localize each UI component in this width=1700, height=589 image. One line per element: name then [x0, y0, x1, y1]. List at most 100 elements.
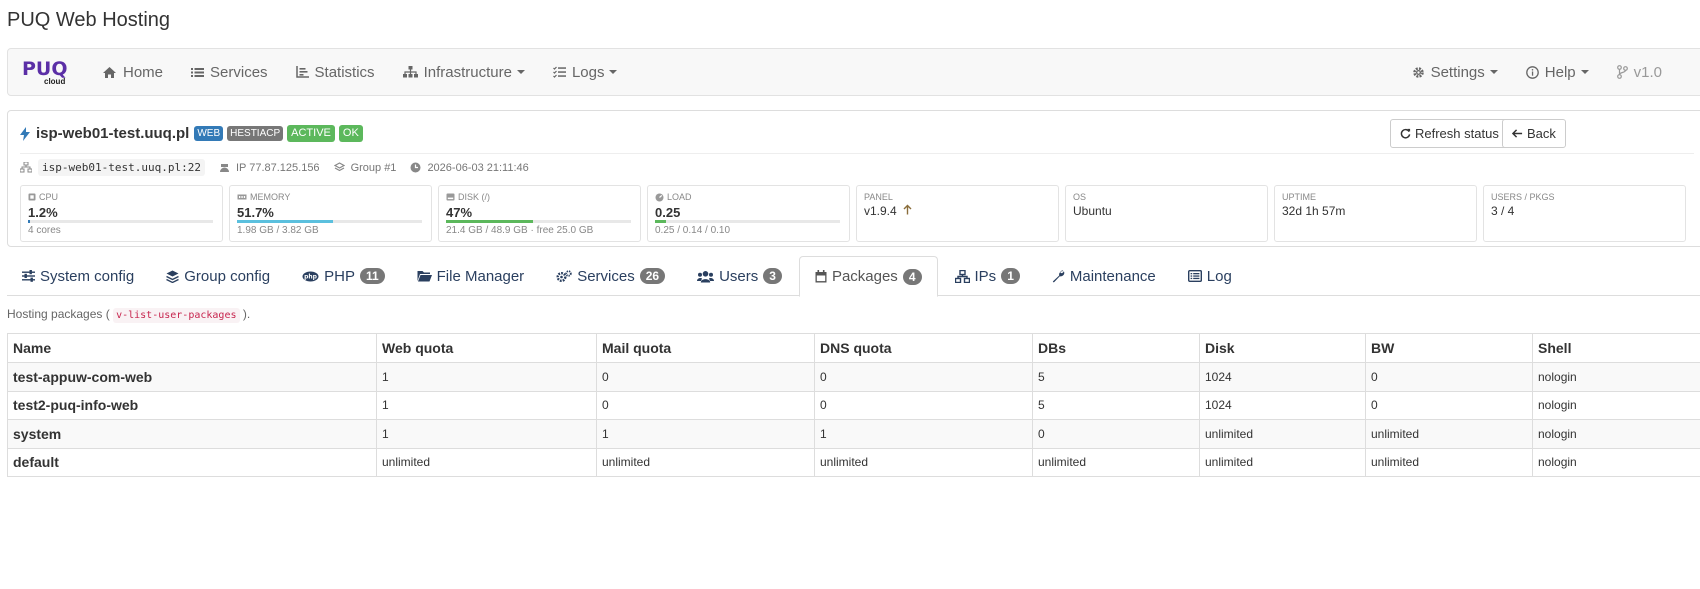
table-cell: nologin: [1532, 362, 1700, 392]
nav-left: Home Services Statistics Infrastructure Logs: [88, 49, 631, 95]
table-cell: unlimited: [1199, 447, 1366, 477]
nav-settings[interactable]: Settings: [1398, 49, 1512, 95]
tab-file-manager[interactable]: File Manager: [402, 256, 540, 296]
nav-label: v1.0: [1633, 63, 1662, 81]
tile-value: 3 / 4: [1491, 204, 1514, 218]
refresh-status-button[interactable]: Refresh status: [1390, 119, 1509, 148]
note-suffix: ).: [242, 307, 251, 321]
tile-value-text: 1.2%: [28, 205, 58, 220]
tile-load: LOAD 0.25 0.25 / 0.14 / 0.10: [647, 185, 850, 242]
nav-infrastructure[interactable]: Infrastructure: [389, 49, 539, 95]
tab-label: Group config: [184, 267, 271, 285]
column-header[interactable]: Name: [7, 333, 377, 363]
column-header[interactable]: Mail quota: [596, 333, 815, 363]
tile-label: MEMORY: [237, 192, 290, 202]
tile-value-text: Ubuntu: [1073, 204, 1112, 218]
progress-fill: [655, 220, 667, 223]
tile-subtext: 1.98 GB / 3.82 GB: [237, 225, 319, 236]
tab-system-config[interactable]: System config: [7, 256, 149, 296]
column-header[interactable]: Shell: [1532, 333, 1700, 363]
layers-icon: [333, 162, 345, 173]
column-header[interactable]: DNS quota: [814, 333, 1033, 363]
nav-label: Settings: [1430, 63, 1485, 81]
column-header[interactable]: Disk: [1199, 333, 1366, 363]
nav-help[interactable]: Help: [1512, 49, 1603, 95]
tab-bar: System config Group config php PHP 11 File Ma…: [7, 256, 1700, 297]
list-alt-icon: [1187, 270, 1202, 282]
package-name-cell: default: [7, 447, 377, 477]
table-cell: nologin: [1532, 419, 1700, 449]
tab-users[interactable]: Users 3: [682, 256, 797, 296]
table-cell: 1: [596, 419, 815, 449]
tab-ips[interactable]: IPs 1: [940, 256, 1035, 296]
sitemap-icon: [402, 66, 418, 78]
tab-label: PHP: [324, 267, 355, 285]
note-command: v-list-user-packages: [113, 308, 240, 323]
top-navbar: PUQ cloud Home Services Statistics Infrastr…: [7, 48, 1700, 96]
caret-down-icon: [516, 70, 525, 74]
tab-php[interactable]: php PHP 11: [287, 256, 400, 296]
meta-group: Group #1: [333, 161, 397, 174]
nav-right: Settings Help v1.0: [1398, 49, 1700, 95]
table-body: test-appuw-com-web 1 0 0 5 1024 0 nologin test2-…: [7, 362, 1700, 477]
table-cell: 1: [814, 419, 1033, 449]
tile-panel: PANEL v1.9.4: [856, 185, 1059, 242]
column-header[interactable]: Web quota: [376, 333, 597, 363]
tile-subtext: 21.4 GB / 48.9 GB · free 25.0 GB: [446, 225, 594, 236]
table-row: system 1 1 1 0 unlimited unlimited nologin: [7, 419, 1700, 449]
tile-label-text: UPTIME: [1282, 192, 1317, 202]
table-cell: unlimited: [1199, 419, 1366, 449]
nav-label: Help: [1544, 63, 1576, 81]
network-icon: [954, 269, 970, 283]
table-row: test2-puq-info-web 1 0 0 5 1024 0 nologin: [7, 390, 1700, 420]
group-value: Group #1: [350, 161, 397, 174]
tile-cpu: CPU 1.2% 4 cores: [20, 185, 223, 242]
memory-icon: [237, 193, 247, 201]
column-header[interactable]: BW: [1365, 333, 1533, 363]
nav-logs[interactable]: Logs: [539, 49, 632, 95]
table-cell: 1: [376, 362, 597, 392]
nav-statistics[interactable]: Statistics: [282, 49, 389, 95]
table-cell: 0: [596, 390, 815, 420]
nav-v1-0[interactable]: v1.0: [1603, 49, 1676, 95]
tile-label-text: USERS / PKGS: [1491, 192, 1555, 202]
tab-packages[interactable]: Packages 4: [798, 256, 938, 297]
count-badge: 1: [1001, 268, 1020, 284]
arrow-up-icon: [903, 204, 912, 215]
tile-value-text: 51.7%: [237, 205, 274, 220]
tasks-icon: [553, 66, 566, 78]
tab-services[interactable]: Services 26: [541, 256, 680, 296]
list-icon: [191, 67, 205, 78]
table-cell: 1: [376, 390, 597, 420]
tile-progress-bar: [28, 220, 213, 223]
tab-label: Packages: [831, 268, 898, 285]
tile-memory: MEMORY 51.7% 1.98 GB / 3.82 GB: [229, 185, 432, 242]
home-icon: [102, 66, 117, 79]
chart-icon: [295, 66, 309, 78]
tile-label-text: LOAD: [667, 192, 692, 202]
logo-subtext: cloud: [44, 77, 66, 86]
tab-log[interactable]: Log: [1173, 256, 1247, 296]
tile-label-text: CPU: [39, 192, 59, 202]
caret-down-icon: [1580, 70, 1589, 74]
tile-disk: DISK (/) 47% 21.4 GB / 48.9 GB · free 25.0…: [438, 185, 641, 242]
network-wired-icon: [219, 163, 230, 173]
tile-value-text: 3 / 4: [1491, 204, 1515, 218]
calendar-icon: [815, 270, 827, 283]
tab-group-config[interactable]: Group config: [151, 256, 285, 296]
packages-note: Hosting packages ( v-list-user-packages …: [7, 307, 251, 323]
brand-logo[interactable]: PUQ cloud: [22, 57, 70, 87]
nav-services[interactable]: Services: [177, 49, 282, 95]
tile-progress-bar: [655, 220, 840, 223]
meta-timestamp: 2026-06-03 21:11:46: [410, 162, 529, 174]
tile-label: USERS / PKGS: [1491, 192, 1555, 202]
tab-maintenance[interactable]: Maintenance: [1037, 256, 1171, 296]
arrow-left-icon: [1512, 128, 1523, 139]
tile-value: Ubuntu: [1073, 204, 1112, 218]
nav-home[interactable]: Home: [88, 49, 177, 95]
column-header[interactable]: DBs: [1032, 333, 1200, 363]
back-button[interactable]: Back: [1502, 119, 1566, 148]
tile-label: UPTIME: [1282, 192, 1316, 202]
tab-label: Maintenance: [1069, 267, 1156, 285]
tile-label: DISK (/): [446, 192, 490, 202]
